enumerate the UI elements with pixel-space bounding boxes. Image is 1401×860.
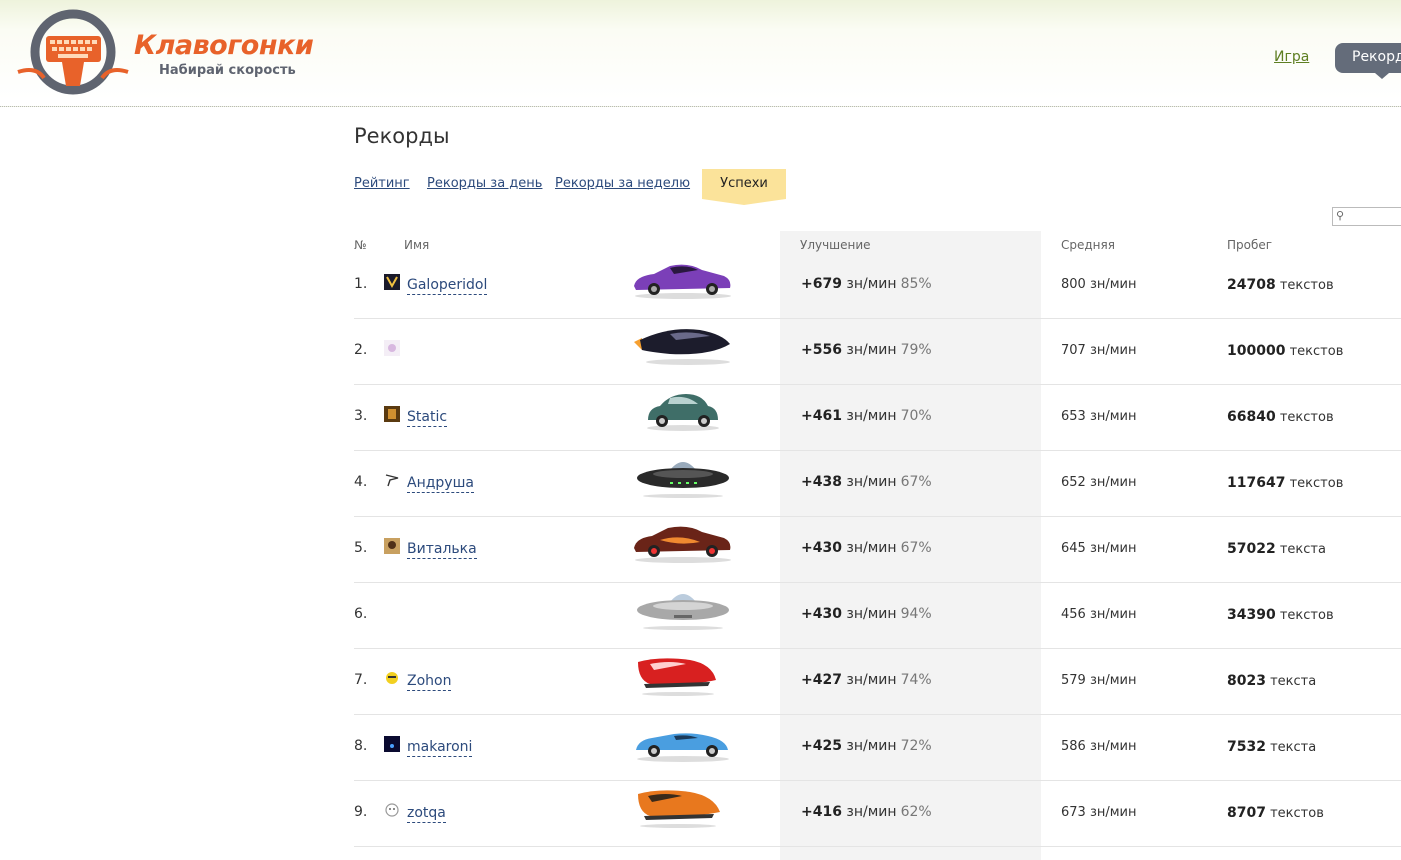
average-speed: 800 зн/мин [1061, 277, 1137, 292]
distance-value: 100000 текстов [1227, 343, 1344, 359]
nav-game-link[interactable]: Игра [1274, 49, 1309, 65]
flame-sports-car-icon [634, 526, 731, 563]
average-speed: 645 зн/мин [1061, 541, 1137, 556]
rank: 2. [354, 342, 368, 358]
improvement-value: +425 зн/мин 72% [801, 738, 932, 754]
average-speed: 653 зн/мин [1061, 409, 1137, 424]
site-header: Клавогонки Набирай скорость Игра Рекорды [0, 0, 1401, 107]
player-name-link[interactable]: Zohon [407, 673, 452, 691]
header-improvement[interactable]: Улучшение [800, 238, 871, 252]
avatar[interactable] [384, 538, 400, 554]
improvement-value: +430 зн/мин 67% [801, 540, 932, 556]
avatar[interactable] [384, 274, 400, 290]
rank: 1. [354, 276, 368, 292]
rank: 3. [354, 408, 368, 424]
avatar[interactable] [384, 802, 400, 818]
steering-wheel-logo-icon [17, 9, 129, 95]
improvement-value: +556 зн/мин 79% [801, 342, 932, 358]
table-row: 9. zotqa +416 зн/мин 62% 673 зн/мин 8707 … [354, 780, 1401, 847]
average-speed: 579 зн/мин [1061, 673, 1137, 688]
rank: 8. [354, 738, 368, 754]
improvement-value: +427 зн/мин 74% [801, 672, 932, 688]
logo-subtitle: Набирай скорость [159, 63, 296, 78]
distance-value: 57022 текста [1227, 541, 1326, 557]
player-name-link[interactable]: Андруша [407, 475, 474, 493]
improvement-value: +416 зн/мин 62% [801, 804, 932, 820]
silver-ufo-icon [637, 594, 729, 630]
player-name-link[interactable]: zotqa [407, 805, 446, 823]
page-title: Рекорды [354, 124, 450, 148]
orange-hover-car-icon [638, 790, 720, 828]
distance-value: 7532 текста [1227, 739, 1317, 755]
average-speed: 707 зн/мин [1061, 343, 1137, 358]
improvement-value: +438 зн/мин 67% [801, 474, 932, 490]
header-distance[interactable]: Пробег [1227, 238, 1272, 252]
player-name-link[interactable]: Виталька [407, 541, 477, 559]
table-row: 1. Galoperidol +679 зн/мин 85% 800 зн/мин… [354, 252, 1401, 319]
table-row: 4. Андруша +438 зн/мин 67% 652 зн/мин 117… [354, 450, 1401, 517]
rank: 9. [354, 804, 368, 820]
avatar[interactable] [384, 670, 400, 686]
black-ufo-icon [637, 462, 729, 498]
distance-value: 117647 текстов [1227, 475, 1344, 491]
distance-value: 8707 текстов [1227, 805, 1324, 821]
rank: 4. [354, 474, 368, 490]
improvement-value: +461 зн/мин 70% [801, 408, 932, 424]
blue-roadster-car-icon [636, 733, 729, 762]
green-beetle-car-icon [647, 394, 719, 431]
distance-value: 66840 текстов [1227, 409, 1334, 425]
player-name-link[interactable]: Static [407, 409, 448, 427]
avatar[interactable] [384, 472, 400, 488]
header-name: Имя [404, 238, 430, 252]
average-speed: 652 зн/мин [1061, 475, 1137, 490]
avatar[interactable] [384, 736, 400, 752]
rank: 6. [354, 606, 368, 622]
table-row: 7. Zohon +427 зн/мин 74% 579 зн/мин 8023 … [354, 648, 1401, 715]
purple-sports-car-icon [634, 264, 731, 299]
rank: 5. [354, 540, 368, 556]
nav-active-pointer [1375, 73, 1389, 79]
tab-successes[interactable]: Успехи [702, 169, 786, 199]
nav-records-tab[interactable]: Рекорды [1335, 43, 1401, 73]
table-row: 6. +430 зн/мин 94% 456 зн/мин 34390 текст… [354, 582, 1401, 649]
search-input[interactable]: ⚲ [1332, 207, 1401, 226]
tab-week-records[interactable]: Рекорды за неделю [555, 176, 690, 191]
distance-value: 8023 текста [1227, 673, 1317, 689]
table-row: 8. makaroni +425 зн/мин 72% 586 зн/мин 75… [354, 714, 1401, 781]
tab-active-pointer [702, 199, 786, 205]
player-name-link[interactable]: Galoperidol [407, 277, 488, 295]
average-speed: 673 зн/мин [1061, 805, 1137, 820]
improvement-value: +679 зн/мин 85% [801, 276, 932, 292]
red-hover-car-icon [638, 658, 716, 696]
player-name-link[interactable]: makaroni [407, 739, 473, 757]
avatar[interactable] [384, 340, 400, 356]
search-icon: ⚲ [1336, 209, 1345, 222]
header-average[interactable]: Средняя [1061, 238, 1115, 252]
average-speed: 456 зн/мин [1061, 607, 1137, 622]
rank: 7. [354, 672, 368, 688]
tab-day-records[interactable]: Рекорды за день [427, 176, 542, 191]
improvement-value: +430 зн/мин 94% [801, 606, 932, 622]
tab-rating[interactable]: Рейтинг [354, 176, 410, 191]
table-row: 2. +556 зн/мин 79% 707 зн/мин 100000 текс… [354, 318, 1401, 385]
black-rocket-car-icon [634, 329, 730, 365]
distance-value: 34390 текстов [1227, 607, 1334, 623]
distance-value: 24708 текстов [1227, 277, 1334, 293]
table-row: 3. Static +461 зн/мин 70% 653 зн/мин 6684… [354, 384, 1401, 451]
header-rank: № [354, 238, 367, 252]
logo-title: Клавогонки [134, 30, 314, 61]
average-speed: 586 зн/мин [1061, 739, 1137, 754]
table-row: 5. Виталька +430 зн/мин 67% 645 зн/мин 57… [354, 516, 1401, 583]
avatar[interactable] [384, 406, 400, 422]
